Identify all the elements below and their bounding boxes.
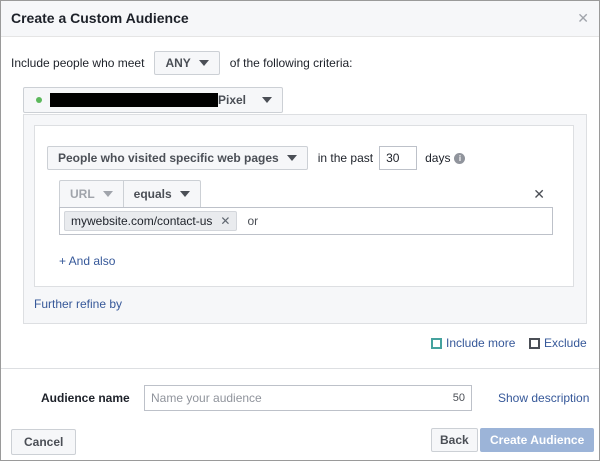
status-dot-icon	[36, 97, 42, 103]
divider	[1, 368, 599, 369]
dialog-title: Create a Custom Audience	[11, 10, 189, 26]
include-more-label: Include more	[446, 336, 516, 350]
in-the-past-label: in the past	[317, 151, 374, 165]
exclude-link[interactable]: Exclude	[529, 336, 587, 350]
remove-token-icon[interactable]: ✕	[220, 214, 230, 228]
and-also-link[interactable]: + And also	[59, 254, 115, 268]
back-button[interactable]: Back	[431, 428, 478, 452]
include-icon	[431, 337, 442, 349]
further-refine-link[interactable]: Further refine by	[34, 297, 122, 311]
operator-label: equals	[133, 187, 172, 201]
show-description-link[interactable]: Show description	[498, 391, 589, 405]
visit-type-label: People who visited specific web pages	[58, 151, 279, 165]
remove-rule-icon[interactable]: ✕	[533, 186, 545, 203]
url-token-label: mywebsite.com/contact-us	[71, 214, 213, 228]
chevron-down-icon	[179, 191, 190, 197]
chevron-down-icon	[262, 97, 272, 103]
criteria-line: Include people who meet ANY of the follo…	[11, 51, 353, 75]
rule-card: People who visited specific web pages in…	[34, 125, 574, 287]
criteria-prefix: Include people who meet	[11, 56, 145, 70]
match-value: ANY	[165, 56, 191, 70]
chevron-down-icon	[102, 191, 113, 197]
or-label: or	[247, 214, 259, 228]
match-dropdown[interactable]: ANY	[154, 51, 220, 75]
rule-panel: People who visited specific web pages in…	[23, 114, 587, 324]
create-audience-button[interactable]: Create Audience	[480, 428, 595, 452]
days-label: days	[425, 151, 451, 165]
cancel-button[interactable]: Cancel	[11, 429, 77, 455]
close-icon[interactable]: ✕	[577, 10, 589, 27]
audience-name-placeholder: Name your audience	[151, 391, 262, 405]
redacted-pixel-name	[50, 93, 218, 107]
criteria-suffix: of the following criteria:	[229, 56, 353, 70]
exclude-icon	[529, 337, 540, 349]
field-dropdown[interactable]: URL	[59, 180, 124, 208]
info-icon[interactable]: i	[454, 152, 466, 164]
url-token-input[interactable]: mywebsite.com/contact-us ✕ or	[59, 207, 553, 235]
url-token: mywebsite.com/contact-us ✕	[64, 211, 238, 231]
operator-dropdown[interactable]: equals	[123, 180, 201, 208]
char-count: 50	[452, 392, 465, 404]
chevron-down-icon	[198, 60, 209, 66]
pixel-dropdown[interactable]: Pixel	[23, 87, 283, 113]
url-rule-row: URL equals	[59, 180, 201, 208]
include-more-link[interactable]: Include more	[431, 336, 515, 350]
dialog-header: Create a Custom Audience ✕	[1, 1, 599, 37]
pixel-label: Pixel	[218, 93, 247, 107]
visit-type-dropdown[interactable]: People who visited specific web pages	[47, 146, 308, 170]
field-label: URL	[70, 187, 95, 201]
visit-row: People who visited specific web pages in…	[47, 146, 466, 170]
custom-audience-dialog: Create a Custom Audience ✕ Include peopl…	[0, 0, 600, 461]
chevron-down-icon	[286, 155, 297, 161]
audience-name-input[interactable]: Name your audience 50	[144, 385, 472, 411]
days-input[interactable]: 30	[379, 146, 418, 170]
exclude-label: Exclude	[544, 336, 587, 350]
audience-name-label: Audience name	[41, 391, 130, 405]
